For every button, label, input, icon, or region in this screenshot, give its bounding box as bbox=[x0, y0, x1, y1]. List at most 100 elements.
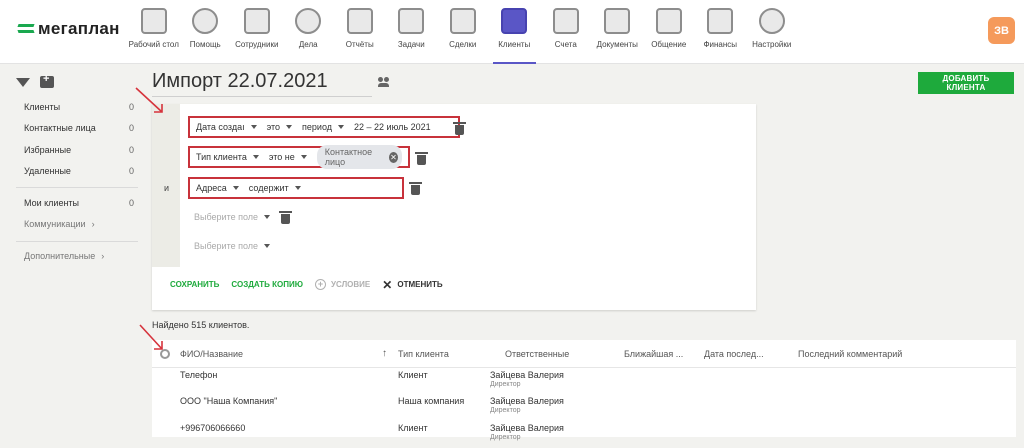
create-copy-button[interactable]: СОЗДАТЬ КОПИЮ bbox=[231, 280, 303, 289]
sidebar-tools bbox=[16, 73, 54, 88]
cell-type: Клиент bbox=[398, 370, 428, 380]
dashboard-icon bbox=[140, 8, 167, 34]
nav-label: Дела bbox=[298, 40, 318, 49]
caret-down-icon bbox=[338, 125, 345, 129]
field-select[interactable]: Выберите поле bbox=[194, 212, 271, 222]
table-row[interactable]: ООО "Наша Компания" Наша компания Зайцев… bbox=[152, 396, 1016, 421]
nav-clients[interactable]: Клиенты bbox=[489, 0, 541, 64]
operator-value: это bbox=[266, 122, 281, 132]
filter-actions: СОХРАНИТЬ СОЗДАТЬ КОПИЮ + УСЛОВИЕ ✕ ОТМЕНИ… bbox=[170, 279, 443, 291]
caret-down-icon bbox=[252, 155, 259, 159]
operator-select[interactable]: это bbox=[266, 122, 293, 132]
nav-label: Задачи bbox=[397, 40, 425, 49]
sidebar-item-my-clients[interactable]: Мои клиенты 0 bbox=[24, 198, 134, 214]
sidebar-item-additional[interactable]: Дополнительные › bbox=[24, 251, 134, 267]
field-placeholder: Выберите поле bbox=[194, 241, 259, 251]
sidebar-item-contacts[interactable]: Контактные лица 0 bbox=[24, 123, 134, 139]
cancel-button[interactable]: ✕ ОТМЕНИТЬ bbox=[382, 279, 442, 291]
top-bar: мегаплан Рабочий стол Помощь Сотрудники … bbox=[0, 0, 1024, 64]
filter-add-icon[interactable] bbox=[16, 78, 30, 87]
cell-name[interactable]: Телефон bbox=[180, 370, 217, 380]
nav-reports[interactable]: Отчёты bbox=[334, 0, 386, 64]
nav-documents[interactable]: Документы bbox=[592, 0, 644, 64]
sidebar-item-label: Избранные bbox=[24, 145, 72, 155]
col-responsible[interactable]: Ответственные bbox=[505, 349, 569, 359]
cell-name[interactable]: +996706066660 bbox=[180, 423, 245, 433]
nav-finance[interactable]: Финансы bbox=[695, 0, 747, 64]
logo-text: мегаплан bbox=[38, 19, 120, 38]
col-last-comment[interactable]: Последний комментарий bbox=[798, 349, 902, 359]
nav-help[interactable]: Помощь bbox=[180, 0, 232, 64]
nav-label: Настройки bbox=[752, 40, 792, 49]
sidebar-item-communications[interactable]: Коммуникации › bbox=[24, 219, 134, 235]
col-client-type[interactable]: Тип клиента bbox=[398, 349, 449, 359]
sidebar-item-deleted[interactable]: Удаленные 0 bbox=[24, 166, 134, 182]
nav-label: Рабочий стол bbox=[128, 40, 179, 49]
field-select[interactable]: Дата создаı bbox=[196, 122, 257, 132]
add-condition-button[interactable]: + УСЛОВИЕ bbox=[315, 279, 370, 290]
chevron-right-icon: › bbox=[101, 251, 105, 261]
operator-select[interactable]: содержит bbox=[249, 183, 301, 193]
nav-tasks[interactable]: Задачи bbox=[386, 0, 438, 64]
col-last-date[interactable]: Дата послед... bbox=[704, 349, 764, 359]
nav-label: Финансы bbox=[703, 40, 738, 49]
cell-type: Клиент bbox=[398, 423, 428, 433]
nav-label: Сотрудники bbox=[235, 40, 279, 49]
operator-select[interactable]: это не bbox=[269, 152, 307, 162]
nav-label: Общение bbox=[651, 40, 687, 49]
nav-label: Клиенты bbox=[498, 40, 531, 49]
save-button[interactable]: СОХРАНИТЬ bbox=[170, 280, 219, 289]
cell-name[interactable]: ООО "Наша Компания" bbox=[180, 396, 277, 406]
trash-icon[interactable] bbox=[409, 182, 422, 195]
col-name[interactable]: ФИО/Название bbox=[180, 349, 243, 359]
nav-communication[interactable]: Общение bbox=[643, 0, 695, 64]
cell-role: Директор bbox=[490, 381, 521, 388]
people-icon[interactable] bbox=[378, 77, 390, 87]
field-placeholder: Выберите поле bbox=[194, 212, 259, 222]
nav-label: Помощь bbox=[189, 40, 221, 49]
caret-down-icon bbox=[264, 215, 271, 219]
cell-responsible[interactable]: Зайцева Валерия bbox=[490, 396, 564, 406]
sidebar-item-label: Мои клиенты bbox=[24, 198, 80, 208]
avatar[interactable]: ЗВ bbox=[988, 17, 1015, 44]
logo[interactable]: мегаплан bbox=[18, 19, 120, 39]
field-select[interactable]: Тип клиента bbox=[196, 152, 259, 162]
cell-responsible[interactable]: Зайцева Валерия bbox=[490, 423, 564, 433]
trash-icon[interactable] bbox=[415, 152, 428, 165]
mode-select[interactable]: период bbox=[302, 122, 345, 132]
sort-arrow-up-icon[interactable]: ↑ bbox=[382, 348, 387, 359]
add-condition-label: УСЛОВИЕ bbox=[331, 280, 371, 289]
nav-settings[interactable]: Настройки bbox=[746, 0, 798, 64]
and-operator-label: и bbox=[164, 183, 170, 193]
date-range-value[interactable]: 22 – 22 июль 2021 bbox=[354, 122, 431, 132]
trash-icon[interactable] bbox=[279, 211, 292, 224]
field-value: Тип клиента bbox=[196, 152, 247, 162]
plus-circle-icon: + bbox=[315, 279, 327, 290]
sidebar-item-label: Удаленные bbox=[24, 166, 71, 176]
nav-tasks-deals[interactable]: Дела bbox=[283, 0, 335, 64]
field-select[interactable]: Адреса bbox=[196, 183, 239, 193]
nav-deals[interactable]: Сделки bbox=[437, 0, 489, 64]
close-icon[interactable]: ✕ bbox=[388, 151, 398, 163]
nav-invoices[interactable]: Счета bbox=[540, 0, 592, 64]
nav-dashboard[interactable]: Рабочий стол bbox=[128, 0, 180, 64]
invoice-icon bbox=[552, 8, 579, 34]
folder-add-icon[interactable] bbox=[40, 73, 54, 88]
sidebar-item-clients[interactable]: Клиенты 0 bbox=[24, 102, 134, 118]
field-select[interactable]: Выберите поле bbox=[194, 241, 271, 251]
nav-label: Счета bbox=[554, 40, 577, 49]
add-client-button[interactable]: ДОБАВИТЬ КЛИЕНТА bbox=[918, 72, 1014, 94]
nav-employees[interactable]: Сотрудники bbox=[231, 0, 283, 64]
col-nearest[interactable]: Ближайшая ... bbox=[624, 349, 683, 359]
caret-down-icon bbox=[286, 125, 293, 129]
table-row[interactable]: +996706066660 Клиент Зайцева Валерия Дир… bbox=[152, 423, 1016, 448]
contacts-book-icon bbox=[501, 8, 528, 34]
page-title[interactable]: Импорт 22.07.2021 bbox=[152, 70, 328, 93]
sidebar-item-favorites[interactable]: Избранные 0 bbox=[24, 145, 134, 161]
trash-icon[interactable] bbox=[453, 122, 466, 135]
caret-down-icon bbox=[300, 155, 307, 159]
sidebar: Клиенты0 Контактные лица0 Избранные0 Уда… bbox=[0, 64, 152, 437]
chevron-right-icon: › bbox=[91, 219, 95, 229]
table-row[interactable]: Телефон Клиент Зайцева Валерия Директор bbox=[152, 370, 1016, 395]
cell-responsible[interactable]: Зайцева Валерия bbox=[490, 370, 564, 380]
